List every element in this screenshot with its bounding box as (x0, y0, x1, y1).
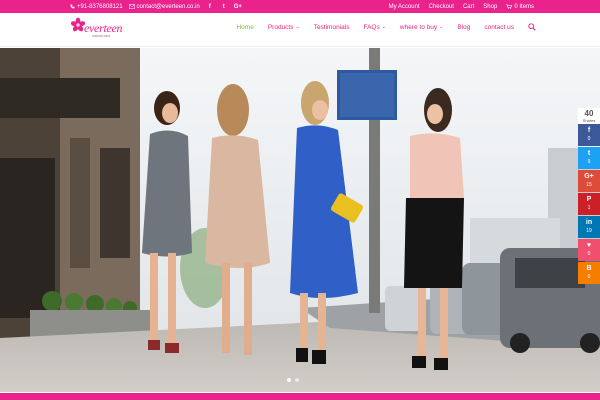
facebook-share-button[interactable]: f 0 (578, 124, 600, 146)
nav-testimonials-label: Testimonials (313, 23, 350, 31)
share-sidebar: 40 Shares f 0 t 9 G+ 15 P 1 in 19 ♥ 0 B … (578, 108, 600, 285)
share-total-count: 40 (584, 109, 594, 118)
facebook-icon[interactable]: f (206, 4, 214, 10)
twitter-icon: t (587, 150, 591, 157)
nav-products-label: Products (267, 23, 294, 31)
chevron-down-icon: ⌄ (295, 24, 300, 30)
facebook-share-count: 0 (587, 136, 591, 142)
chevron-down-icon: ⌄ (439, 24, 444, 30)
hero-slider[interactable] (0, 48, 600, 392)
nav-blog[interactable]: Blog (457, 24, 470, 31)
nav-home-label: Home (236, 23, 254, 31)
blogger-share-button[interactable]: B 0 (578, 262, 600, 284)
slider-dots (287, 378, 299, 382)
pinterest-share-button[interactable]: P 1 (578, 193, 600, 215)
main-nav: Home Products ⌄ Testimonials FAQs ⌄ where … (236, 13, 536, 41)
google-plus-icon: G+ (584, 173, 594, 180)
my-account-link[interactable]: My Account (389, 4, 420, 10)
nav-home[interactable]: Home (236, 24, 253, 31)
shop-link[interactable]: Shop (483, 4, 497, 10)
cart-link[interactable]: Cart (463, 4, 474, 10)
nav-contact-us[interactable]: contact us (484, 24, 514, 31)
cart-icon (506, 4, 513, 9)
nav-where-to-buy-label: where to buy (399, 23, 438, 31)
twitter-share-count: 9 (587, 159, 591, 165)
nav-contact-us-label: contact us (484, 23, 514, 31)
share-total: 40 Shares (578, 108, 600, 124)
phone-icon (70, 4, 75, 9)
share-total-label: Shares (582, 118, 596, 123)
email-address: contact@everteen.co.in (136, 3, 200, 10)
linkedin-share-count: 19 (586, 228, 592, 234)
hero-image (0, 48, 600, 392)
pinterest-icon: P (586, 196, 592, 203)
envelope-icon (128, 4, 135, 9)
nav-faqs[interactable]: FAQs ⌄ (363, 24, 385, 31)
nav-where-to-buy[interactable]: where to buy ⌄ (400, 24, 443, 31)
account-links: My Account Checkout Cart Shop 0 Items (389, 0, 534, 13)
google-plus-share-count: 15 (586, 182, 592, 188)
bottom-bar (0, 393, 600, 400)
love-share-count: 0 (587, 251, 591, 257)
blogger-share-count: 0 (587, 274, 591, 280)
linkedin-icon: in (585, 219, 593, 226)
blogger-icon: B (586, 265, 592, 272)
google-plus-share-button[interactable]: G+ 15 (578, 170, 600, 192)
site-logo[interactable]: everteen natural care (70, 17, 130, 43)
cart-items-count: 0 Items (514, 3, 534, 10)
linkedin-share-button[interactable]: in 19 (578, 216, 600, 238)
google-plus-icon[interactable]: G+ (234, 4, 242, 10)
email-link[interactable]: contact@everteen.co.in (128, 3, 200, 10)
checkout-link[interactable]: Checkout (429, 4, 454, 10)
facebook-icon: f (587, 127, 591, 134)
pinterest-share-count: 1 (587, 205, 591, 211)
contact-info: +91-8376808121 contact@everteen.co.in f … (70, 0, 242, 13)
cart-items-link[interactable]: 0 Items (506, 4, 534, 10)
site-header: everteen natural care Home Products ⌄ Tes… (0, 13, 600, 47)
slider-dot-1[interactable] (287, 378, 291, 382)
twitter-icon[interactable]: t (220, 4, 228, 10)
slider-dot-2[interactable] (295, 378, 299, 382)
phone-number: +91-8376808121 (77, 3, 123, 10)
nav-testimonials[interactable]: Testimonials (314, 24, 350, 31)
heart-icon: ♥ (586, 242, 592, 249)
nav-faqs-label: FAQs (363, 23, 380, 31)
nav-blog-label: Blog (457, 23, 471, 31)
top-bar: +91-8376808121 contact@everteen.co.in f … (0, 0, 600, 13)
brand-tagline: natural care (92, 34, 111, 38)
twitter-share-button[interactable]: t 9 (578, 147, 600, 169)
love-share-button[interactable]: ♥ 0 (578, 239, 600, 261)
nav-products[interactable]: Products ⌄ (268, 24, 300, 31)
search-icon[interactable] (528, 23, 536, 31)
chevron-down-icon: ⌄ (381, 24, 386, 30)
phone-link[interactable]: +91-8376808121 (70, 4, 123, 10)
